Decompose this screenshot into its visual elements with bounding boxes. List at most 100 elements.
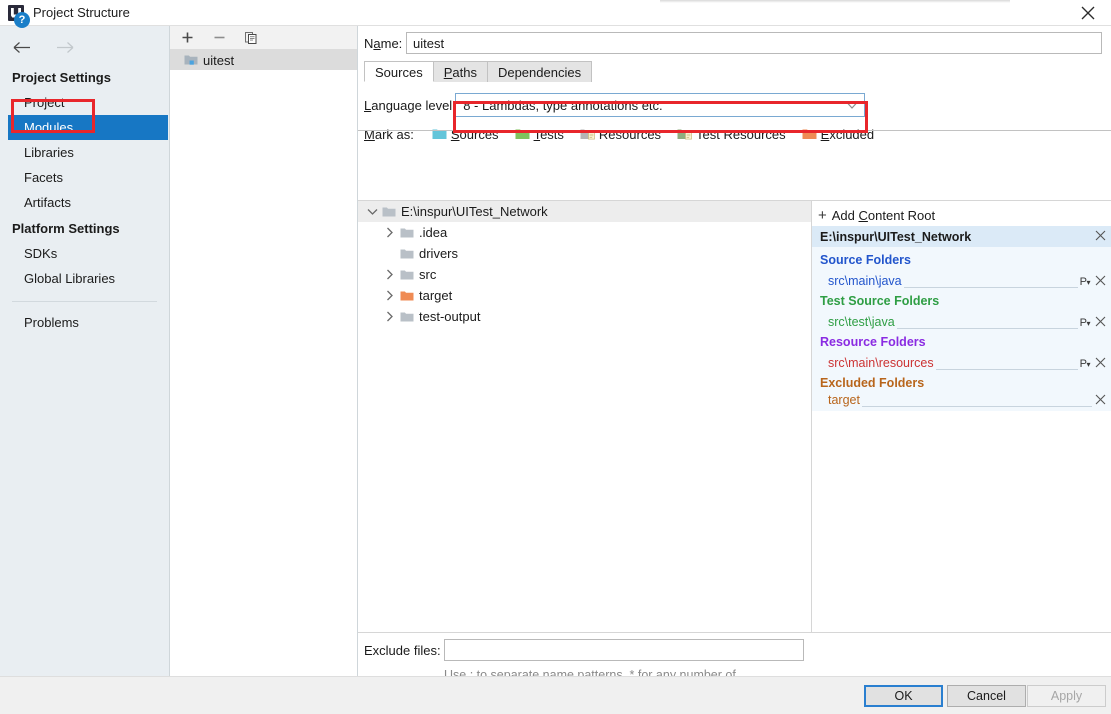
language-level-select[interactable]: 8 - Lambdas, type annotations etc. (455, 93, 866, 117)
test-source-folder-path[interactable]: src\test\java (828, 315, 895, 329)
add-content-root-button[interactable]: + Add Content Root (812, 204, 1111, 226)
chevron-right-icon[interactable] (380, 223, 400, 243)
source-folder-path[interactable]: src\main\java (828, 274, 902, 288)
mark-as-tests-button[interactable]: Tests (515, 127, 564, 142)
chevron-down-icon[interactable] (362, 202, 382, 222)
exclude-files-row: Exclude files: (358, 633, 1111, 661)
sidebar-item-project[interactable]: Project (0, 90, 169, 115)
mark-as-sources-button[interactable]: Sources (432, 127, 499, 142)
package-prefix-button[interactable]: P▾ (1080, 358, 1091, 370)
mark-as-label: Mark as: (364, 126, 414, 142)
ok-button[interactable]: OK (864, 685, 943, 707)
mark-as-sources-label: Sources (450, 126, 499, 142)
list-item[interactable]: uitest (170, 50, 357, 70)
content-root-detail-panel: + Add Content Root E:\inspur\UITest_Netw… (812, 200, 1111, 633)
tree-row[interactable]: .idea (358, 222, 811, 243)
chevron-right-icon[interactable] (380, 265, 400, 285)
remove-excluded-folder-icon[interactable] (1094, 394, 1106, 407)
excluded-folder-path[interactable]: target (828, 393, 860, 407)
mark-as-excluded-button[interactable]: Excluded (802, 127, 874, 142)
entry-rule (903, 276, 1078, 288)
exclude-files-input[interactable] (444, 639, 804, 661)
source-folders-section: Source Folders src\main\java P▾ Test Sou… (812, 247, 1111, 411)
tab-sources[interactable]: Sources (364, 61, 434, 82)
excluded-folders-title: Excluded Folders (820, 376, 925, 390)
window-top-shadow (660, 0, 1010, 3)
content-root-tree: E:\inspur\UITest_Network .idea drivers s… (358, 200, 812, 632)
plus-icon: + (818, 206, 827, 224)
chevron-right-icon[interactable] (380, 307, 400, 327)
sidebar-item-facets[interactable]: Facets (0, 165, 169, 190)
close-icon[interactable] (1065, 0, 1111, 26)
sidebar-group-platform-settings: Platform Settings (12, 221, 120, 236)
entry-rule (935, 358, 1078, 370)
mark-as-resources-button[interactable]: Resources (580, 127, 661, 142)
tree-row[interactable]: src (358, 264, 811, 285)
dialog-footer (0, 676, 1111, 714)
mark-as-row: Mark as: Sources Tests Resources Test Re… (358, 122, 1111, 146)
module-name-label: uitest (203, 52, 235, 68)
remove-source-folder-icon[interactable] (1094, 275, 1106, 288)
apply-button: Apply (1027, 685, 1106, 707)
folder-icon (382, 206, 396, 218)
test-source-folder-entry: src\test\java P▾ (812, 309, 1111, 329)
tree-item-label: drivers (419, 246, 459, 261)
tab-dependencies[interactable]: Dependencies (486, 61, 593, 82)
tree-item-label: src (419, 267, 437, 282)
tab-paths[interactable]: Paths (432, 61, 488, 82)
excluded-folder-icon (400, 290, 414, 302)
copy-module-button[interactable] (242, 29, 260, 47)
editor-tabs: Sources Paths Dependencies (364, 60, 1111, 82)
help-icon[interactable]: ? (14, 12, 30, 28)
modules-list: uitest (170, 50, 357, 70)
content-root-path: E:\inspur\UITest_Network (820, 229, 972, 244)
remove-resource-folder-icon[interactable] (1094, 357, 1106, 370)
back-arrow-icon[interactable] (12, 38, 32, 56)
folder-icon (400, 269, 414, 281)
sidebar-item-artifacts[interactable]: Artifacts (0, 190, 169, 215)
name-label: Name: (364, 35, 403, 51)
module-editor-panel: Name: Sources Paths Dependencies Languag… (358, 26, 1111, 702)
resource-folders-title: Resource Folders (820, 335, 926, 349)
mark-as-excluded-label: Excluded (820, 126, 875, 142)
entry-rule (896, 317, 1078, 329)
sidebar-item-sdks[interactable]: SDKs (0, 241, 169, 266)
package-prefix-button[interactable]: P▾ (1080, 276, 1091, 288)
language-level-row: Language level 8 - Lambdas, type annotat… (358, 88, 1111, 122)
content-root-header: E:\inspur\UITest_Network (812, 226, 1111, 247)
chevron-right-icon[interactable] (380, 286, 400, 306)
sidebar-item-problems[interactable]: Problems (0, 310, 169, 335)
tab-paths-label-rest: aths (452, 65, 477, 80)
module-name-row: Name: (358, 26, 1111, 60)
modules-toolbar (170, 26, 357, 50)
package-prefix-button[interactable]: P▾ (1080, 317, 1091, 329)
add-content-root-label: Add Content Root (831, 207, 936, 223)
add-module-button[interactable] (178, 29, 196, 47)
resource-folder-path[interactable]: src\main\resources (828, 356, 934, 370)
sidebar-divider (12, 301, 157, 302)
window-titlebar: Project Structure (0, 0, 1111, 26)
tree-row[interactable]: target (358, 285, 811, 306)
tree-row[interactable]: test-output (358, 306, 811, 327)
resource-folder-entry: src\main\resources P▾ (812, 350, 1111, 370)
folder-icon (400, 248, 414, 260)
tree-item-label: test-output (419, 309, 481, 324)
modules-list-panel: uitest (170, 26, 358, 676)
sidebar-item-libraries[interactable]: Libraries (0, 140, 169, 165)
sidebar-item-modules[interactable]: Modules (8, 115, 168, 140)
cancel-button[interactable]: Cancel (947, 685, 1026, 707)
tree-row[interactable]: drivers (358, 243, 811, 264)
remove-content-root-icon[interactable] (1094, 230, 1106, 243)
sidebar-item-global-libraries[interactable]: Global Libraries (0, 266, 169, 291)
module-name-input[interactable] (406, 32, 1102, 54)
source-folder-entry: src\main\java P▾ (812, 268, 1111, 288)
excluded-folder-entry: target (812, 391, 1111, 411)
mark-as-test-resources-button[interactable]: Test Resources (677, 127, 786, 142)
module-folder-icon (184, 54, 198, 66)
remove-module-button[interactable] (210, 29, 228, 47)
remove-test-source-folder-icon[interactable] (1094, 316, 1106, 329)
tree-row[interactable]: E:\inspur\UITest_Network (358, 201, 811, 222)
sidebar-nav-arrows (0, 26, 169, 64)
mark-as-resources-label: Resources (598, 126, 662, 142)
